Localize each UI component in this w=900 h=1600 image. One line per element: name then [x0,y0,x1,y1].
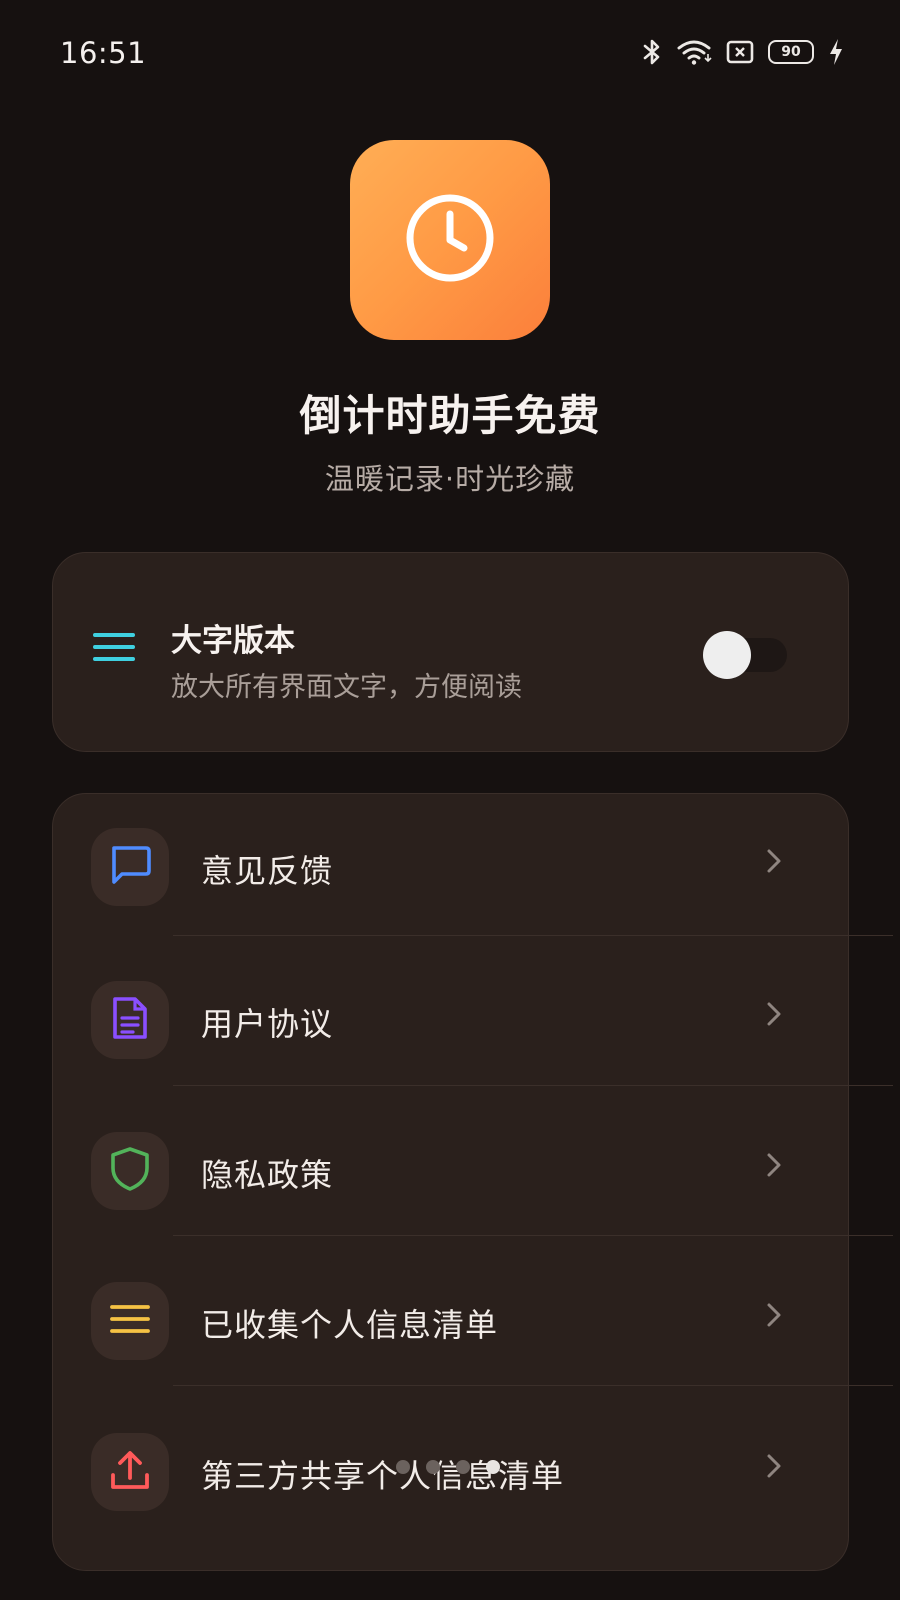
menu-icon-box [91,981,169,1059]
status-bar: 16:51 90 [0,0,900,110]
page-dot-active[interactable] [486,1460,500,1474]
page-dot[interactable] [456,1460,470,1474]
chevron-right-icon [765,1151,783,1183]
large-text-description: 放大所有界面文字，方便阅读 [171,672,522,703]
status-icons: 90 [642,38,844,66]
divider [173,1235,893,1236]
bluetooth-icon [642,38,662,66]
app-icon [350,140,550,340]
list-icon [109,1302,151,1340]
menu-label: 隐私政策 [201,1156,334,1194]
menu-list-card: 意见反馈 用户协议 隐私政策 已收集个人信息清单 第三方共享个人信息清单 [52,790,893,1571]
status-time: 16:51 [60,36,147,70]
chevron-right-icon [765,1000,783,1032]
clock-icon [402,190,498,290]
menu-item-feedback[interactable]: 意见反馈 [53,790,850,942]
shield-icon [110,1146,150,1196]
page-indicator [396,1460,500,1474]
app-subtitle: 温暖记录·时光珍藏 [324,462,576,496]
chevron-right-icon [765,1452,783,1484]
menu-label: 意见反馈 [201,852,334,890]
large-text-title: 大字版本 [171,623,295,659]
menu-item-user-agreement[interactable]: 用户协议 [53,943,850,1095]
page-dot[interactable] [426,1460,440,1474]
chevron-right-icon [765,847,783,879]
divider [173,935,893,936]
menu-icon-box [91,828,169,906]
menu-item-collected-info-list[interactable]: 已收集个人信息清单 [53,1244,850,1396]
battery-icon: 90 [768,40,814,64]
chevron-right-icon [765,1301,783,1333]
page-dot[interactable] [396,1460,410,1474]
divider [173,1085,893,1086]
menu-label: 已收集个人信息清单 [201,1306,499,1344]
app-title: 倒计时助手免费 [299,391,601,440]
sim-off-icon [726,40,754,64]
menu-label: 第三方共享个人信息清单 [201,1457,565,1495]
menu-lines-icon [93,629,135,669]
menu-label: 用户协议 [201,1005,334,1043]
menu-icon-box [91,1282,169,1360]
battery-level: 90 [781,44,801,60]
menu-item-privacy-policy[interactable]: 隐私政策 [53,1094,850,1246]
menu-icon-box [91,1132,169,1210]
large-text-toggle[interactable] [703,631,789,679]
chat-bubble-icon [108,844,152,890]
large-text-setting-card: 大字版本 放大所有界面文字，方便阅读 [52,552,849,752]
menu-icon-box [91,1433,169,1511]
divider [173,1385,893,1386]
charging-icon [828,38,844,66]
wifi-icon [676,38,712,66]
upload-icon [109,1449,151,1495]
document-icon [111,996,149,1044]
toggle-knob [703,631,751,679]
